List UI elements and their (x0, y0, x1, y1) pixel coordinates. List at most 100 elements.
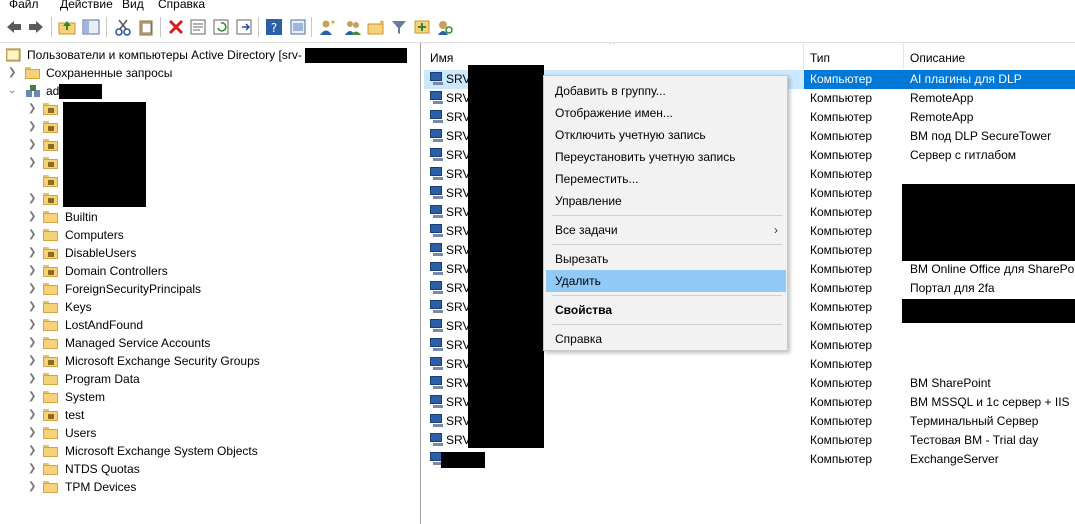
computer-row[interactable]: Компьютер ExchangeServer (424, 450, 1075, 469)
ou-folder-icon (43, 103, 58, 115)
tree-item-users[interactable]: ❯ Users (28, 424, 388, 442)
chevron-right-icon[interactable]: ❯ (28, 100, 36, 118)
tree-item-exchange-security-groups[interactable]: ❯ Microsoft Exchange Security Groups (28, 352, 388, 370)
menu-item-all-tasks[interactable]: Все задачи › (546, 219, 786, 241)
tree-item-ntds-quotas[interactable]: ❯ NTDS Quotas (28, 460, 388, 478)
chevron-right-icon[interactable]: ❯ (28, 226, 36, 244)
menu-item-delete[interactable]: Удалить (546, 270, 786, 292)
toolbar-separator (258, 17, 259, 37)
chevron-right-icon[interactable]: ❯ (28, 244, 36, 262)
chevron-right-icon[interactable]: ❯ (28, 154, 36, 172)
chevron-right-icon[interactable]: ❯ (28, 406, 36, 424)
up-folder-icon[interactable] (58, 18, 76, 36)
cell-description (904, 165, 1075, 184)
menu-item-name-mappings[interactable]: Отображение имен... (546, 102, 786, 124)
toolbar-separator (160, 17, 161, 37)
help-icon[interactable]: ? (265, 18, 283, 36)
tree-item-label: LostAndFound (65, 318, 144, 332)
menu-item-move[interactable]: Переместить... (546, 168, 786, 190)
tree-item-builtin[interactable]: ❯ Builtin (28, 208, 388, 226)
cell-type: Компьютер (810, 262, 873, 276)
cell-type: Компьютер (810, 110, 873, 124)
cell-name: SRV (446, 148, 471, 162)
chevron-right-icon[interactable]: ❯ (28, 280, 36, 298)
folder-icon (43, 301, 58, 313)
show-hide-tree-icon[interactable] (82, 18, 100, 36)
chevron-right-icon[interactable]: ❯ (28, 136, 36, 154)
chevron-right-icon[interactable]: ❯ (28, 478, 36, 496)
tree-item-domain[interactable]: ⌄ ad. (6, 82, 306, 100)
find-objects-icon[interactable] (436, 18, 454, 36)
tree-item-lostandfound[interactable]: ❯ LostAndFound (28, 316, 388, 334)
forward-icon[interactable] (27, 18, 45, 36)
refresh-icon[interactable] (212, 18, 230, 36)
menu-item-disable-account[interactable]: Отключить учетную запись (546, 124, 786, 146)
chevron-right-icon[interactable]: ❯ (28, 352, 36, 370)
menu-view[interactable]: Вид (122, 0, 144, 11)
new-group-icon[interactable] (344, 18, 362, 36)
back-icon[interactable] (5, 18, 23, 36)
chevron-right-icon[interactable]: ❯ (28, 190, 36, 208)
filter-icon[interactable] (390, 18, 408, 36)
tree-item-program-data[interactable]: ❯ Program Data (28, 370, 388, 388)
tree-item-tpm-devices[interactable]: ❯ TPM Devices (28, 478, 388, 496)
menu-item-help[interactable]: Справка (546, 328, 786, 350)
tree-item-test[interactable]: ❯ test (28, 406, 388, 424)
add-to-group-icon[interactable] (413, 18, 431, 36)
tree-item-keys[interactable]: ❯ Keys (28, 298, 388, 316)
chevron-down-icon[interactable]: ⌄ (8, 82, 16, 100)
export-list-icon[interactable] (235, 18, 253, 36)
menu-item-manage[interactable]: Управление (546, 190, 786, 212)
computer-icon (430, 91, 445, 105)
menu-help[interactable]: Справка (158, 0, 205, 11)
folder-icon (43, 391, 58, 403)
new-user-icon[interactable]: ✶ (318, 18, 336, 36)
chevron-right-icon[interactable]: ❯ (28, 460, 36, 478)
new-ou-icon[interactable]: ✶ (367, 18, 385, 36)
chevron-right-icon[interactable]: ❯ (28, 298, 36, 316)
folder-icon (43, 445, 58, 457)
tree-item-disableusers[interactable]: ❯ DisableUsers (28, 244, 388, 262)
folder-icon (43, 481, 58, 493)
computer-icon (430, 72, 445, 86)
computer-icon (430, 167, 445, 181)
chevron-right-icon[interactable]: ❯ (28, 388, 36, 406)
cell-type: Компьютер (810, 414, 873, 428)
chevron-right-icon[interactable]: ❯ (28, 442, 36, 460)
chevron-right-icon[interactable]: ❯ (28, 370, 36, 388)
cell-type: Компьютер (810, 205, 873, 219)
tree-item-system[interactable]: ❯ System (28, 388, 388, 406)
cell-name: SRV (446, 224, 471, 238)
tree-item-saved-queries[interactable]: ❯ Сохраненные запросы (6, 64, 306, 82)
delete-icon[interactable] (167, 18, 185, 36)
chevron-right-icon[interactable]: ❯ (28, 262, 36, 280)
menu-item-properties[interactable]: Свойства (546, 299, 786, 321)
properties-icon[interactable] (189, 18, 207, 36)
tree-item-domain-controllers[interactable]: ❯ Domain Controllers (28, 262, 388, 280)
folder-icon (25, 67, 40, 79)
tree-item-managed-service-accounts[interactable]: ❯ Managed Service Accounts (28, 334, 388, 352)
chevron-right-icon[interactable]: ❯ (28, 334, 36, 352)
menu-item-add-to-group[interactable]: Добавить в группу... (546, 80, 786, 102)
chevron-right-icon[interactable]: ❯ (28, 118, 36, 136)
tree-item-exchange-system-objects[interactable]: ❯ Microsoft Exchange System Objects (28, 442, 388, 460)
cell-description: ExchangeServer (910, 452, 999, 466)
console-view-icon[interactable] (289, 18, 307, 36)
menu-file[interactable]: Файл (9, 0, 39, 11)
menu-item-reset-account[interactable]: Переустановить учетную запись (546, 146, 786, 168)
chevron-right-icon[interactable]: ❯ (8, 64, 16, 82)
column-header-description[interactable]: Описание (904, 43, 1075, 69)
paste-icon[interactable] (137, 18, 155, 36)
tree-item-foreignsecurityprincipals[interactable]: ❯ ForeignSecurityPrincipals (28, 280, 388, 298)
menu-action[interactable]: Действие (60, 0, 113, 11)
tree-item-computers[interactable]: ❯ Computers (28, 226, 388, 244)
menu-item-cut[interactable]: Вырезать (546, 248, 786, 270)
chevron-right-icon[interactable]: ❯ (28, 208, 36, 226)
cell-name: SRV (446, 167, 471, 181)
chevron-right-icon[interactable]: ❯ (28, 424, 36, 442)
chevron-right-icon[interactable]: ❯ (28, 316, 36, 334)
cut-icon[interactable] (114, 18, 132, 36)
tree-item-label: Keys (65, 300, 92, 314)
column-header-type[interactable]: Тип (804, 43, 904, 69)
ad-console-icon (6, 48, 21, 62)
